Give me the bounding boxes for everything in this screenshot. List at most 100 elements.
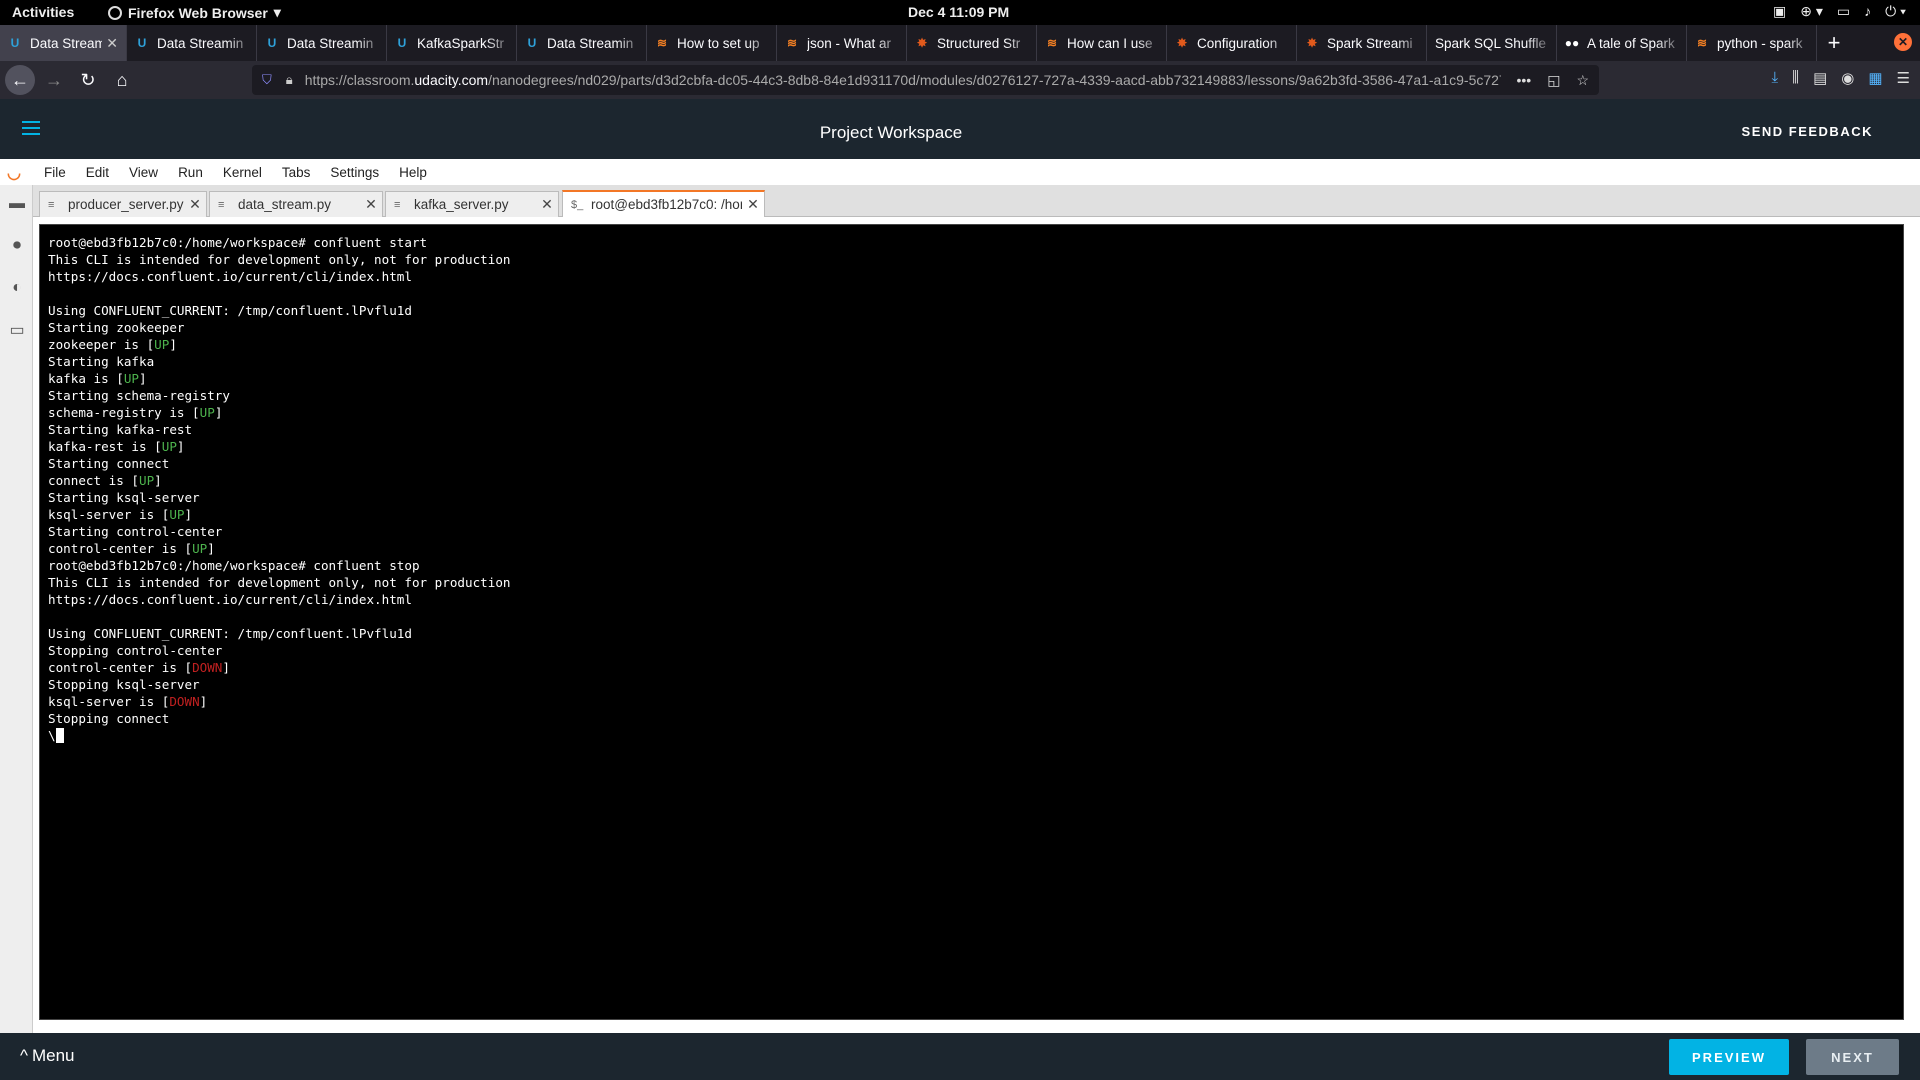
status-badge: DOWN <box>192 660 223 675</box>
browser-tab[interactable]: ✸ Spark Streami <box>1297 25 1427 61</box>
next-button[interactable]: NEXT <box>1806 1039 1899 1075</box>
browser-tab[interactable]: Spark SQL Shuffle <box>1427 25 1557 61</box>
tab-data-stream[interactable]: ≡ data_stream.py ✕ <box>209 191 383 217</box>
tracking-shield-icon[interactable]: ⛉ <box>262 72 272 88</box>
terminal-line: schema-registry is [UP] <box>48 405 223 420</box>
browser-nav-bar: ← → ↻ ⌂ ⛉ 🔒︎ https://classroom.udacity.c… <box>0 61 1920 99</box>
back-button[interactable]: ← <box>5 65 35 95</box>
browser-tab[interactable]: ●● A tale of Spark <box>1557 25 1687 61</box>
browser-tab[interactable]: U Data Streamin <box>127 25 257 61</box>
display-icon[interactable]: ▣ <box>1773 3 1786 20</box>
udacity-icon: U <box>397 36 407 50</box>
terminal-line: Starting kafka <box>48 354 155 369</box>
tab-terminal[interactable]: $_ root@ebd3fb12b7c0: /hom ✕ <box>562 190 765 217</box>
reload-button[interactable]: ↻ <box>73 65 103 95</box>
browser-tab[interactable]: ≋ python - spark <box>1687 25 1817 61</box>
terminal-line: ksql-server is [UP] <box>48 507 193 522</box>
account-icon[interactable]: ◉ <box>1841 69 1854 87</box>
workspace-footer: ^ Menu PREVIEW NEXT <box>0 1033 1920 1080</box>
terminal-line: kafka is [UP] <box>48 371 147 386</box>
terminal-line: Stopping connect <box>48 711 170 726</box>
menu-settings[interactable]: Settings <box>330 165 379 180</box>
chevron-up-icon: ^ <box>20 1046 28 1065</box>
terminal-line: \ <box>48 727 1895 744</box>
file-icon: ≡ <box>218 198 225 211</box>
browser-tab[interactable]: U Data Stream ✕ <box>0 25 127 61</box>
terminal-line: root@ebd3fb12b7c0:/home/workspace# confl… <box>48 235 428 250</box>
terminal-output[interactable]: root@ebd3fb12b7c0:/home/workspace# confl… <box>39 224 1904 1020</box>
new-tab-button[interactable]: + <box>1817 25 1851 61</box>
library-icon[interactable]: ⫼ <box>1792 69 1799 87</box>
browser-tab[interactable]: ≋ json - What ar <box>777 25 907 61</box>
udacity-icon: U <box>10 36 20 50</box>
url-bar[interactable]: ⛉ 🔒︎ https://classroom.udacity.com/nanod… <box>252 65 1599 95</box>
running-stop-icon[interactable]: ⏺ <box>8 237 26 255</box>
menu-edit[interactable]: Edit <box>86 165 109 180</box>
sidebar-icon[interactable]: ▤ <box>1813 69 1827 87</box>
close-icon[interactable]: ✕ <box>536 196 558 213</box>
url-text[interactable]: https://classroom.udacity.com/nanodegree… <box>305 72 1501 88</box>
tab-producer-server[interactable]: ≡ producer_server.py ✕ <box>39 191 207 217</box>
activities-button[interactable]: Activities <box>12 4 74 20</box>
browser-tab[interactable]: U Data Streamin <box>257 25 387 61</box>
app-menu-icon[interactable]: ☰ <box>1897 69 1910 87</box>
arrow-right-icon: → <box>45 69 63 90</box>
jupyterlab: ◡ File Edit View Run Kernel Tabs Settings Help … <box>0 159 1920 1033</box>
close-icon[interactable]: ✕ <box>184 196 206 213</box>
browser-tab-label: Data Stream <box>30 35 103 51</box>
extension-icon[interactable]: ▦ <box>1868 69 1882 87</box>
clock[interactable]: Dec 4 11:09 PM <box>908 4 1009 20</box>
forward-button[interactable]: → <box>39 65 69 95</box>
menu-file[interactable]: File <box>44 165 66 180</box>
browser-tab[interactable]: U KafkaSparkStr <box>387 25 517 61</box>
close-icon[interactable]: ✕ <box>742 196 764 213</box>
app-menu[interactable]: Firefox Web Browser ▾ <box>108 4 281 21</box>
browser-tab[interactable]: U Data Streamin <box>517 25 647 61</box>
spark-icon: ✸ <box>1306 36 1318 50</box>
status-badge: UP <box>123 371 139 386</box>
arrow-left-icon: ← <box>11 69 29 90</box>
home-button[interactable]: ⌂ <box>107 65 137 95</box>
palette-icon[interactable]: ◐ <box>8 279 26 297</box>
close-tab-icon[interactable]: ✕ <box>106 35 118 52</box>
system-tray[interactable]: ▣ ⊕ ▾ ▭ ♪ ⏻ ▾ <box>1773 3 1906 20</box>
stackoverflow-icon: ≋ <box>1046 36 1058 50</box>
folder-icon[interactable]: ▬ <box>8 195 26 213</box>
downloads-icon[interactable]: ⤓ <box>1772 69 1779 87</box>
stackoverflow-icon: ≋ <box>1696 36 1708 50</box>
browser-tab[interactable]: ✸ Configuration <box>1167 25 1297 61</box>
status-badge: UP <box>199 405 215 420</box>
terminal-line: Starting schema-registry <box>48 388 230 403</box>
udacity-icon: U <box>267 36 277 50</box>
power-icon[interactable]: ⏻ ▾ <box>1885 3 1906 20</box>
terminal-line: control-center is [DOWN] <box>48 660 230 675</box>
menu-button[interactable]: ^ Menu <box>20 1046 75 1066</box>
terminal-line: zookeeper is [UP] <box>48 337 177 352</box>
pocket-icon[interactable]: ◱ <box>1547 72 1560 89</box>
terminal-line: This CLI is intended for development onl… <box>48 575 511 590</box>
browser-tab[interactable]: ✸ Structured Str <box>907 25 1037 61</box>
menu-tabs[interactable]: Tabs <box>282 165 311 180</box>
menu-view[interactable]: View <box>129 165 158 180</box>
preview-button[interactable]: PREVIEW <box>1669 1039 1789 1075</box>
lock-icon[interactable]: 🔒︎ <box>286 72 293 88</box>
terminal-line: connect is [UP] <box>48 473 162 488</box>
menu-help[interactable]: Help <box>399 165 427 180</box>
accessibility-icon[interactable]: ⊕ ▾ <box>1800 3 1823 20</box>
menu-kernel[interactable]: Kernel <box>223 165 262 180</box>
close-icon[interactable]: ✕ <box>360 196 382 213</box>
menu-run[interactable]: Run <box>178 165 203 180</box>
tabs-icon[interactable]: ▭ <box>8 321 26 339</box>
close-window-icon[interactable]: ✕ <box>1894 33 1912 51</box>
send-feedback-button[interactable]: SEND FEEDBACK <box>1742 124 1873 139</box>
browser-tab[interactable]: ≋ How can I use <box>1037 25 1167 61</box>
more-actions-icon[interactable]: ••• <box>1516 72 1531 89</box>
status-badge: UP <box>192 541 208 556</box>
bookmark-star-icon[interactable]: ☆ <box>1576 72 1589 89</box>
browser-tab[interactable]: ≋ How to set up <box>647 25 777 61</box>
page-title: Project Workspace <box>819 123 963 142</box>
tab-kafka-server[interactable]: ≡ kafka_server.py ✕ <box>385 191 559 217</box>
status-badge: UP <box>161 439 177 454</box>
terminal-line: Stopping ksql-server <box>48 677 200 692</box>
